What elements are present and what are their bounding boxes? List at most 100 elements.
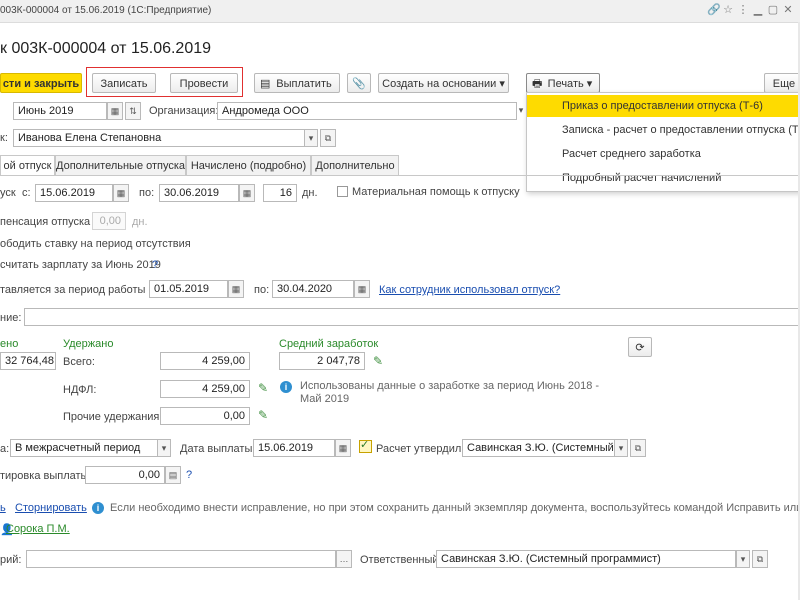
tab-additional[interactable]: Дополнительно xyxy=(311,155,399,175)
withheld-label: Удержано xyxy=(63,338,114,350)
reverse-link[interactable]: Сторнировать xyxy=(15,502,87,514)
highlight-frame xyxy=(86,67,243,97)
material-aid-checkbox[interactable] xyxy=(337,186,348,197)
fix-note: Если необходимо внести исправление, но п… xyxy=(110,502,800,514)
leave-from-field[interactable]: 15.06.2019 xyxy=(35,184,113,202)
comment-top-label: ние: xyxy=(0,312,22,324)
employee-field[interactable]: Иванова Елена Степановна xyxy=(13,129,305,147)
attach-button[interactable]: 📎 xyxy=(347,73,371,93)
help-icon[interactable]: ? xyxy=(186,469,192,481)
avg-salary-label: Средний заработок xyxy=(279,338,379,350)
open-icon[interactable]: ⧉ xyxy=(752,550,768,568)
payment-type-field[interactable]: В межрасчетный период xyxy=(10,439,158,457)
approved-checkbox[interactable] xyxy=(359,438,372,453)
compensation-label: пенсация отпуска xyxy=(0,216,91,228)
printer-icon: 🖶 xyxy=(532,78,543,90)
pencil-icon[interactable]: ✎ xyxy=(373,354,383,368)
document-icon: ▤ xyxy=(260,78,271,90)
link-icon[interactable]: 🔗 xyxy=(707,4,721,16)
close-icon[interactable]: ✕ xyxy=(782,4,794,16)
create-based-button[interactable]: Создать на основании ▾ xyxy=(378,73,509,93)
avg-salary-field[interactable]: 2 047,78 xyxy=(279,352,365,370)
more-icon[interactable]: ⋮ xyxy=(737,4,749,16)
chevron-down-icon[interactable]: ▾ xyxy=(736,550,750,568)
period-from-field[interactable]: 01.05.2019 xyxy=(149,280,228,298)
print-menu-item-t6[interactable]: Приказ о предоставлении отпуска (Т-6) xyxy=(527,95,800,117)
calendar-icon[interactable]: ▦ xyxy=(335,439,351,457)
calendar-icon[interactable]: ▦ xyxy=(354,280,370,298)
responsible-field[interactable]: Савинская З.Ю. (Системный программист) xyxy=(436,550,736,568)
pay-label: Выплатить xyxy=(276,78,332,90)
compensation-unit: дн. xyxy=(132,216,148,228)
ellipsis-icon[interactable]: … xyxy=(336,550,352,568)
material-aid-label: Материальная помощь к отпуску xyxy=(352,186,520,198)
open-icon[interactable]: ⧉ xyxy=(630,439,646,457)
refresh-icon: ⟳ xyxy=(635,342,645,354)
leave-label: уск xyxy=(0,187,16,199)
employee-label: к: xyxy=(0,132,8,144)
pencil-icon[interactable]: ✎ xyxy=(258,408,268,422)
minimize-icon[interactable]: ▁ xyxy=(752,4,764,16)
period-label: тавляется за период работы с: xyxy=(0,284,158,296)
total-field[interactable]: 4 259,00 xyxy=(160,352,250,370)
print-menu: Приказ о предоставлении отпуска (Т-6) За… xyxy=(526,92,800,192)
responsible-label: Ответственный: xyxy=(360,554,442,566)
total-label: Всего: xyxy=(63,356,95,368)
leave-to-field[interactable]: 30.06.2019 xyxy=(159,184,239,202)
payment-correction-field[interactable]: 0,00 xyxy=(85,466,165,484)
paperclip-icon: 📎 xyxy=(352,78,366,90)
maximize-icon[interactable]: ▢ xyxy=(767,4,779,16)
payment-correction-label: тировка выплаты: xyxy=(0,470,92,482)
payment-date-field[interactable]: 15.06.2019 xyxy=(253,439,335,457)
accrued-field[interactable]: 32 764,48 xyxy=(0,352,56,370)
to-label: по: xyxy=(139,187,155,199)
print-menu-item-detailed[interactable]: Подробный расчет начислений xyxy=(527,167,800,189)
chevron-down-icon[interactable]: ▾ xyxy=(157,439,171,457)
ndfl-field[interactable]: 4 259,00 xyxy=(160,380,250,398)
recalc-salary-label[interactable]: считать зарплату за Июнь 2019 xyxy=(0,259,161,271)
print-menu-item-t60[interactable]: Записка - расчет о предоставлении отпуск… xyxy=(527,119,800,141)
open-icon[interactable]: ⧉ xyxy=(320,129,336,147)
approved-by-field[interactable]: Савинская З.Ю. (Системный п xyxy=(462,439,615,457)
print-button[interactable]: 🖶 Печать ▾ xyxy=(526,73,600,93)
organization-field[interactable]: Андромеда ООО xyxy=(217,102,517,120)
author-link[interactable]: Сорока П.М. xyxy=(6,523,70,535)
comment-top-field[interactable] xyxy=(24,308,800,326)
tab-divider xyxy=(0,175,800,176)
fix-link[interactable]: ь xyxy=(0,502,6,514)
print-label: Печать xyxy=(547,78,584,90)
tab-accrued-detailed[interactable]: Начислено (подробно) xyxy=(186,155,311,175)
release-rate-label[interactable]: ободить ставку на период отсутствия xyxy=(0,238,191,250)
other-withholdings-field[interactable]: 0,00 xyxy=(160,407,250,425)
calendar-icon[interactable]: ▦ xyxy=(228,280,244,298)
days-field[interactable]: 16 xyxy=(263,184,297,202)
chevron-down-icon[interactable]: ▾ xyxy=(516,102,526,120)
chevron-down-icon: ▾ xyxy=(586,78,593,90)
compensation-field[interactable]: 0,00 xyxy=(92,212,126,230)
calendar-icon[interactable]: ▦ xyxy=(113,184,129,202)
star-icon[interactable]: ☆ xyxy=(722,4,734,16)
month-field[interactable]: Июнь 2019 xyxy=(13,102,107,120)
comment-label: рий: xyxy=(0,554,22,566)
stepper-icon[interactable]: ⇅ xyxy=(125,102,141,120)
calendar-icon[interactable]: ▦ xyxy=(239,184,255,202)
calendar-icon[interactable]: ▦ xyxy=(107,102,123,120)
pay-button[interactable]: ▤ Выплатить xyxy=(254,73,340,93)
avg-salary-note: Использованы данные о заработке за перио… xyxy=(300,380,600,405)
more-button[interactable]: Еще xyxy=(764,73,800,93)
chevron-down-icon[interactable]: ▾ xyxy=(304,129,318,147)
tab-main-leave[interactable]: ой отпуск xyxy=(0,155,55,176)
tab-additional-leave[interactable]: Дополнительные отпуска xyxy=(55,155,186,175)
how-used-link[interactable]: Как сотрудник использовал отпуск? xyxy=(379,284,560,296)
chevron-down-icon: ▾ xyxy=(499,78,505,90)
calculator-icon[interactable]: ▤ xyxy=(165,466,181,484)
payment-label: а: xyxy=(0,443,10,455)
help-icon[interactable]: ? xyxy=(152,259,158,271)
print-menu-item-avg-salary[interactable]: Расчет среднего заработка xyxy=(527,143,800,165)
post-and-close-button[interactable]: сти и закрыть xyxy=(0,73,82,93)
period-to-field[interactable]: 30.04.2020 xyxy=(272,280,354,298)
chevron-down-icon[interactable]: ▾ xyxy=(614,439,628,457)
pencil-icon[interactable]: ✎ xyxy=(258,381,268,395)
refresh-button[interactable]: ⟳ xyxy=(628,337,652,357)
comment-field[interactable] xyxy=(26,550,336,568)
